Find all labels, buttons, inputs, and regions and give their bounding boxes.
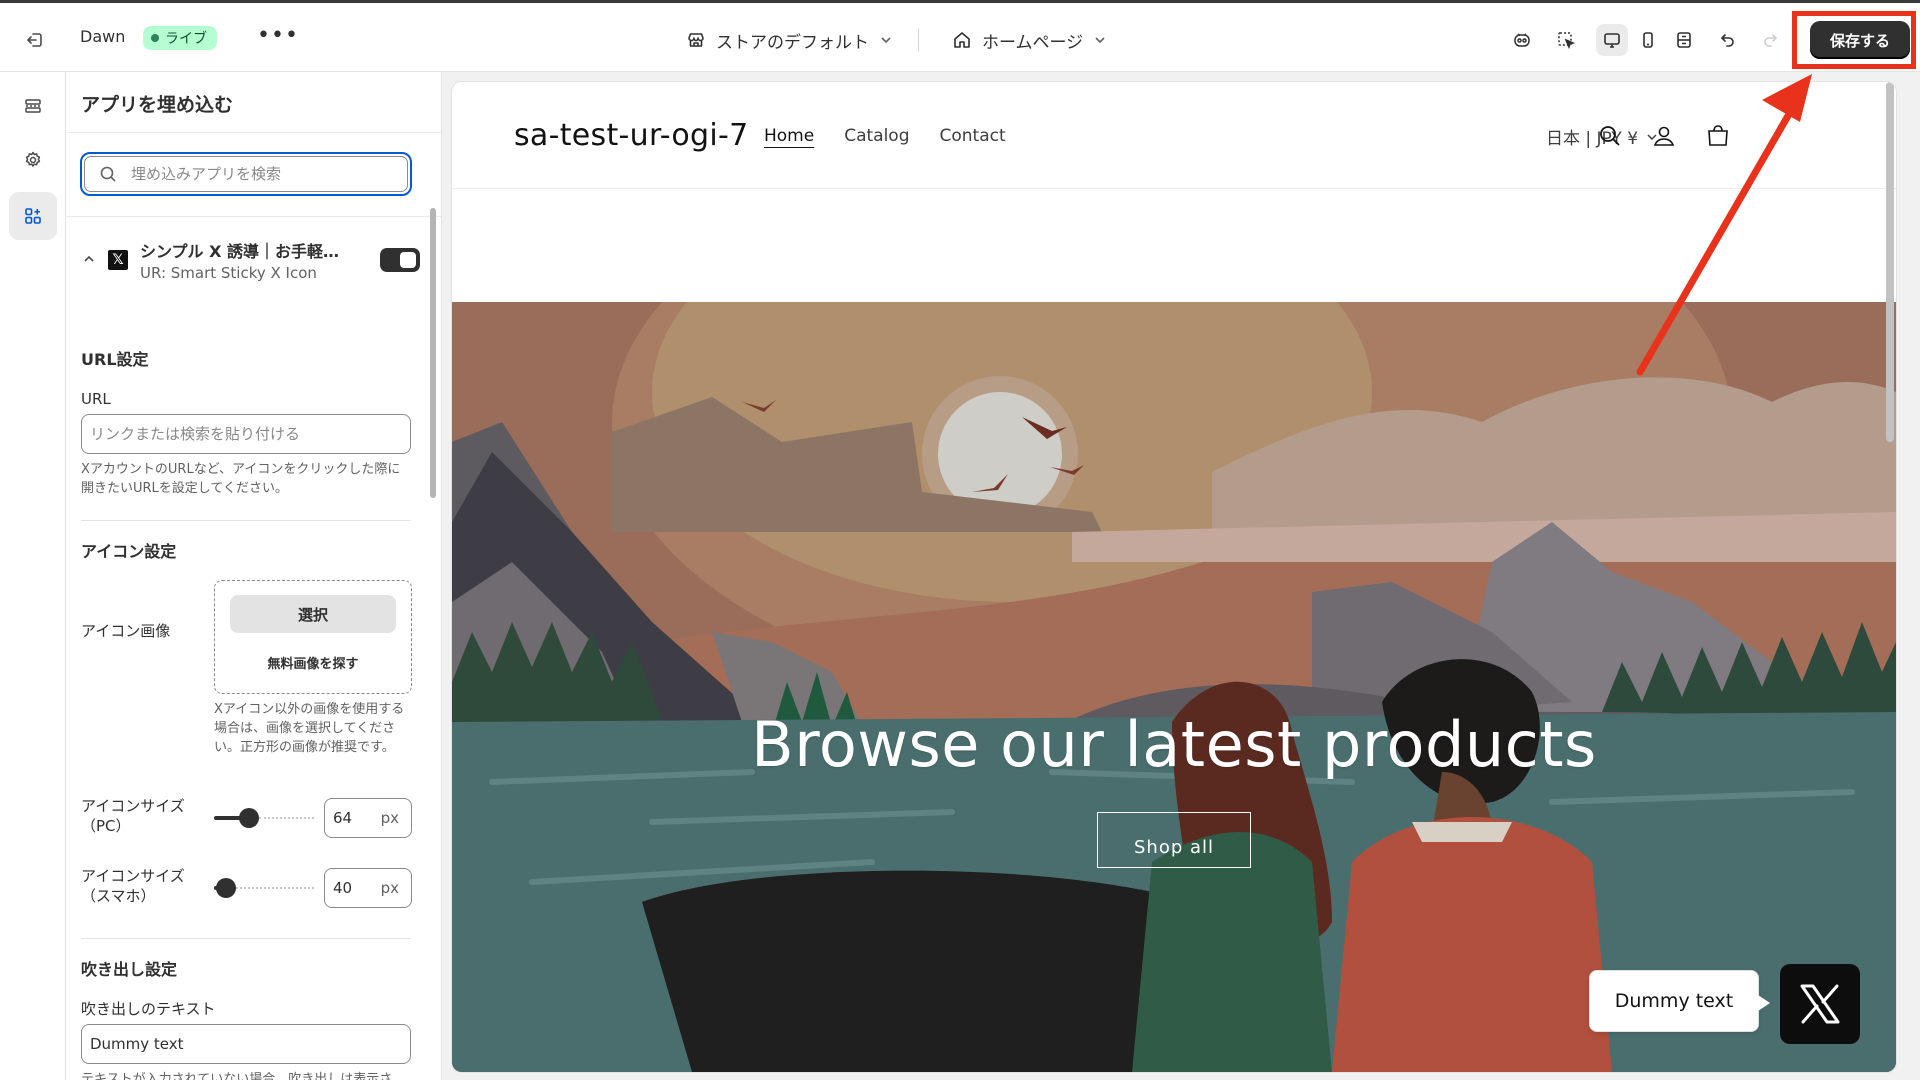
search-icon[interactable] [1592, 118, 1628, 154]
divider [66, 216, 441, 217]
app-embeds-icon[interactable] [9, 192, 57, 240]
chevron-up-icon[interactable] [82, 252, 96, 266]
cart-icon[interactable] [1700, 118, 1736, 154]
store-context-select[interactable]: ストアのデフォルト [686, 25, 893, 55]
hero-illustration [452, 302, 1896, 1072]
url-label: URL [81, 390, 111, 408]
editor-rail [0, 72, 66, 1080]
icon-size-pc-value[interactable]: 64 [333, 809, 352, 827]
bubble-help-text: テキストが入力されていない場合、吹き出しは表示さ [81, 1072, 393, 1080]
live-badge: ライブ [143, 26, 217, 50]
slider-thumb[interactable] [239, 808, 259, 828]
divider [452, 188, 1896, 189]
bubble-text-label: 吹き出しのテキスト [81, 1000, 216, 1018]
page-select[interactable]: ホームページ [952, 25, 1107, 55]
url-help-text: XアカウントのURLなど、アイコンをクリックした際に開きたいURLを設定してくだ… [81, 462, 401, 496]
toggle-knob [400, 252, 416, 268]
chevron-down-icon [881, 37, 891, 44]
select-image-button[interactable]: 選択 [230, 595, 396, 633]
exit-icon[interactable] [20, 25, 50, 55]
x-logo-icon: 𝕏 [108, 250, 128, 270]
panel-scrollbar[interactable] [430, 208, 436, 498]
slider-track [236, 887, 314, 889]
icon-size-pc-slider[interactable] [214, 808, 314, 828]
icon-image-picker: 選択 無料画像を探す [214, 580, 412, 694]
store-context-label: ストアのデフォルト [716, 32, 869, 53]
url-input[interactable] [90, 425, 410, 443]
app-search-input[interactable] [131, 165, 371, 183]
redo-icon[interactable] [1754, 24, 1786, 56]
app-embed-item[interactable]: 𝕏 シンプル X 誘導｜お手軽… UR: Smart Sticky X Icon [80, 232, 420, 302]
theme-settings-icon[interactable] [9, 136, 57, 184]
account-icon[interactable] [1646, 118, 1682, 154]
icon-size-pc-field[interactable]: 64 px [324, 798, 412, 838]
mobile-view-icon[interactable] [1632, 24, 1664, 56]
app-embeds-panel: アプリを埋め込む 𝕏 シンプル X 誘導｜お手軽… UR: Smart Stic… [66, 72, 442, 1080]
bubble-text-field [81, 1024, 411, 1064]
icon-help-text: Xアイコン以外の画像を使用する場合は、画像を選択してください。正方形の画像が推奨… [214, 702, 405, 755]
search-icon [100, 166, 116, 182]
divider [81, 520, 411, 521]
divider [81, 938, 411, 939]
icon-size-sp-slider[interactable] [214, 878, 314, 898]
home-icon [954, 32, 970, 48]
nav-home[interactable]: Home [764, 126, 814, 146]
bubble-section-heading: 吹き出し設定 [81, 960, 178, 979]
icon-size-pc-label: アイコンサイズ （PC） [81, 796, 201, 836]
page-select-label: ホームページ [982, 32, 1084, 53]
hero-title: Browse our latest products [751, 708, 1597, 781]
store-icon [688, 33, 704, 47]
divider [918, 29, 919, 51]
icon-image-label: アイコン画像 [81, 622, 171, 640]
slider-thumb[interactable] [216, 878, 236, 898]
save-button[interactable]: 保存する [1810, 21, 1910, 59]
app-embed-name: シンプル X 誘導｜お手軽… [140, 242, 339, 261]
unit-label: px [380, 809, 399, 827]
live-dot-icon [151, 34, 159, 42]
icon-size-pc-label-line1: アイコンサイズ [81, 797, 185, 815]
app-search-focus-ring [80, 152, 412, 196]
icon-size-sp-value[interactable]: 40 [333, 879, 352, 897]
inspector-icon[interactable] [1550, 24, 1582, 56]
shop-all-button[interactable]: Shop all [1097, 812, 1251, 868]
unit-label: px [380, 879, 399, 897]
icon-size-sp-label-line1: アイコンサイズ [81, 867, 185, 885]
desktop-view-icon[interactable] [1596, 24, 1628, 56]
free-images-link[interactable]: 無料画像を探す [215, 653, 411, 672]
icon-size-sp-label: アイコンサイズ （スマホ） [81, 866, 201, 906]
app-search-box [84, 156, 408, 192]
nav-contact[interactable]: Contact [940, 126, 1006, 146]
store-logo[interactable]: sa-test-ur-ogi-7 [514, 118, 749, 153]
url-section-heading: URL設定 [81, 350, 149, 369]
app-embed-toggle[interactable] [380, 248, 420, 272]
sections-icon[interactable] [9, 82, 57, 130]
x-speech-bubble[interactable]: Dummy text [1589, 970, 1770, 1032]
fullscreen-view-icon[interactable] [1668, 24, 1700, 56]
icon-section-heading: アイコン設定 [81, 542, 177, 561]
slider-track [259, 817, 314, 819]
x-floating-icon[interactable] [1780, 964, 1860, 1044]
sensei-ai-icon[interactable] [1506, 24, 1538, 56]
icon-size-sp-field[interactable]: 40 px [324, 868, 412, 908]
app-embed-subtitle: UR: Smart Sticky X Icon [140, 264, 317, 282]
panel-title: アプリを埋め込む [81, 94, 234, 116]
more-actions-icon[interactable]: ••• [257, 23, 298, 53]
divider [66, 132, 441, 133]
url-field [81, 414, 411, 454]
top-bar: Dawn ライブ ••• ストアのデフォルト ホームページ 保存する [0, 0, 1920, 72]
undo-icon[interactable] [1712, 24, 1744, 56]
theme-name[interactable]: Dawn [80, 27, 125, 46]
bubble-text-input[interactable] [90, 1035, 410, 1053]
preview-scrollbar[interactable] [1886, 82, 1894, 442]
live-badge-label: ライブ [165, 31, 207, 47]
store-nav: Home Catalog Contact [764, 126, 1006, 146]
icon-size-pc-label-line2: （PC） [81, 817, 131, 835]
store-preview: sa-test-ur-ogi-7 Home Catalog Contact 日本… [452, 82, 1896, 1072]
icon-size-sp-label-line2: （スマホ） [81, 887, 156, 905]
nav-catalog[interactable]: Catalog [844, 126, 909, 146]
chevron-down-icon [1095, 37, 1105, 44]
